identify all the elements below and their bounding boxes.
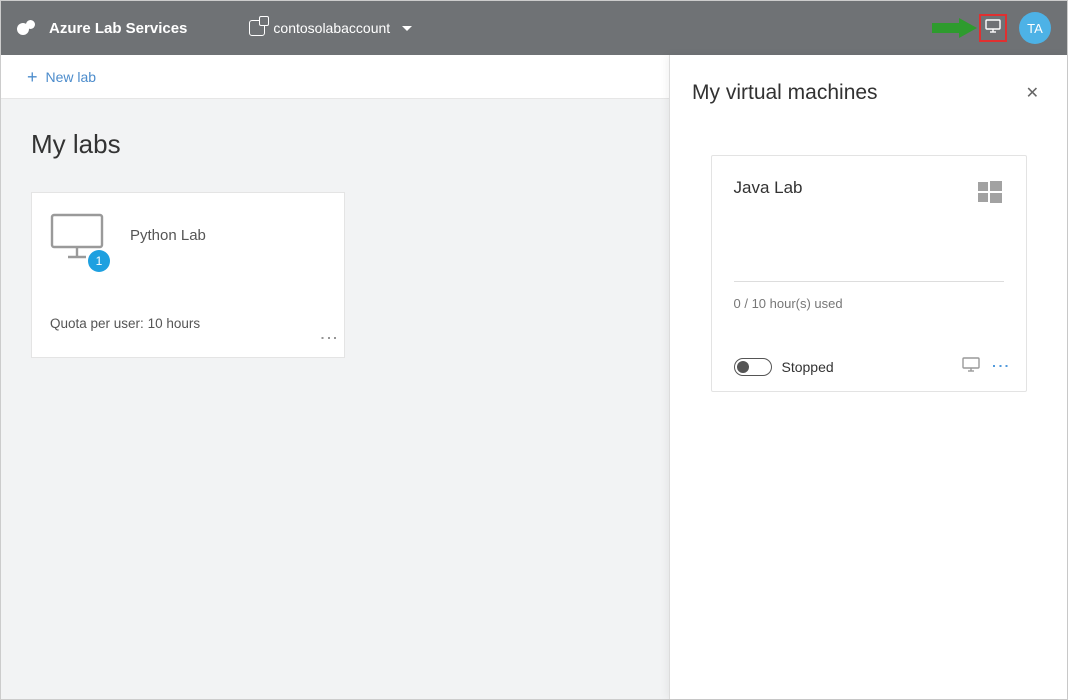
topbar: Azure Lab Services contosolabaccount TA <box>1 1 1067 55</box>
divider <box>734 281 1004 282</box>
plus-icon: + <box>27 68 38 86</box>
lab-vm-count-badge: 1 <box>88 250 110 272</box>
new-lab-label: New lab <box>46 69 97 85</box>
vm-panel: My virtual machines ✕ Java Lab 0 / 10 ho… <box>669 55 1067 699</box>
vm-name: Java Lab <box>734 178 803 198</box>
resource-group-icon <box>249 20 265 36</box>
new-lab-button[interactable]: + New lab <box>27 68 96 86</box>
vm-power-toggle[interactable] <box>734 358 772 376</box>
lab-card[interactable]: 1 Python Lab Quota per user: 10 hours ⋮ <box>31 192 345 358</box>
panel-header: My virtual machines ✕ <box>692 79 1045 107</box>
avatar-initials: TA <box>1027 21 1043 36</box>
quota-row: Quota per user: 10 hours <box>50 316 326 331</box>
vm-card: Java Lab 0 / 10 hour(s) used Stopped <box>711 155 1027 392</box>
vm-actions: ⋮ <box>962 357 1003 377</box>
lab-card-menu[interactable]: ⋮ <box>325 329 332 349</box>
my-vms-button[interactable] <box>979 14 1007 42</box>
connect-icon[interactable] <box>962 357 980 377</box>
chevron-down-icon <box>402 26 412 31</box>
vm-more-menu[interactable]: ⋮ <box>996 357 1003 377</box>
windows-icon <box>976 178 1004 211</box>
brand[interactable]: Azure Lab Services <box>17 20 187 37</box>
lab-pc-icon-wrap: 1 <box>50 213 104 264</box>
lab-account-dropdown[interactable]: contosolabaccount <box>249 20 412 36</box>
azure-cloud-icon <box>17 20 39 36</box>
topbar-right: TA <box>959 12 1051 44</box>
green-arrow-icon <box>959 18 977 38</box>
quota-value: 10 hours <box>148 316 201 331</box>
user-avatar[interactable]: TA <box>1019 12 1051 44</box>
vm-button-highlight <box>959 14 1007 42</box>
brand-label: Azure Lab Services <box>49 20 187 37</box>
close-icon: ✕ <box>1026 85 1039 102</box>
lab-name: Python Lab <box>130 227 206 244</box>
close-panel-button[interactable]: ✕ <box>1020 79 1045 107</box>
panel-title: My virtual machines <box>692 81 878 105</box>
vm-usage: 0 / 10 hour(s) used <box>734 296 1004 311</box>
quota-label: Quota per user: <box>50 316 148 331</box>
monitor-icon <box>985 19 1001 38</box>
vm-status: Stopped <box>782 359 834 375</box>
account-name: contosolabaccount <box>273 20 390 36</box>
